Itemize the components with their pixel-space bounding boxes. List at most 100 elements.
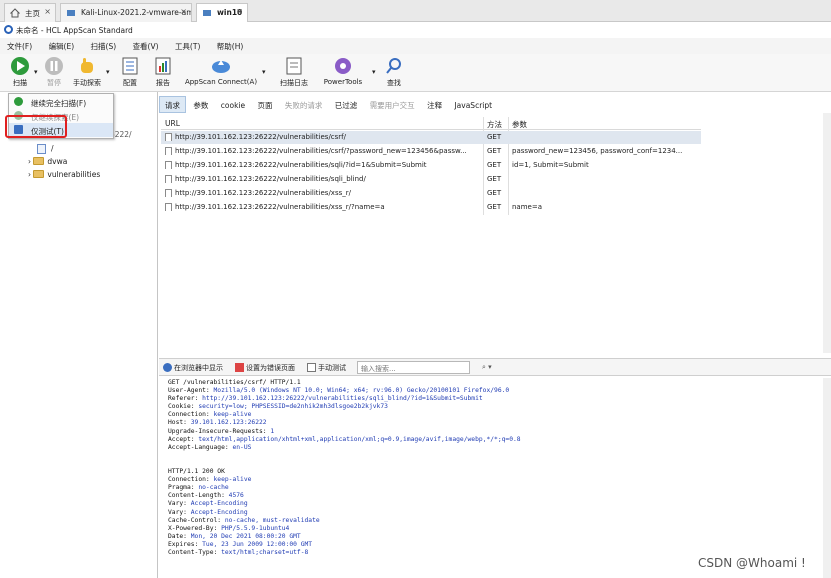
column-header-url[interactable]: URL: [165, 119, 180, 128]
globe-icon: [163, 363, 172, 372]
tab-failed-requests[interactable]: 失败的请求: [280, 97, 328, 114]
row-params: password_new=123456, password_conf=1234.…: [512, 147, 683, 155]
tab-cookie[interactable]: cookie: [216, 98, 250, 115]
test-icon: [307, 363, 316, 372]
menu-tools[interactable]: 工具(T): [168, 38, 207, 52]
config-label: 配置: [123, 79, 137, 87]
request-response-viewer[interactable]: GET /vulnerabilities/csrf/ HTTP/1.1 User-…: [168, 379, 808, 578]
row-url: http://39.101.162.123:26222/vulnerabilit…: [175, 189, 351, 197]
http-line-value: Accept-Encoding: [190, 500, 248, 508]
http-line: Accept-Language: en-US: [168, 444, 808, 452]
viewer-scrollbar[interactable]: [823, 378, 831, 578]
gear-icon: [333, 56, 353, 76]
tab-label: Kali-Linux-2021.2-vmware-am...: [81, 8, 192, 17]
tab-pages[interactable]: 页面: [253, 97, 278, 114]
column-header-params[interactable]: 参数: [512, 119, 527, 130]
tab-filtered[interactable]: 已过滤: [330, 97, 363, 114]
tab-params[interactable]: 参数: [188, 97, 213, 114]
http-line: HTTP/1.1 200 OK: [168, 468, 808, 476]
http-line-value: 39.101.162.123:26222: [190, 419, 267, 427]
chevron-right-icon[interactable]: ›: [28, 170, 31, 179]
powertools-button[interactable]: PowerTools: [318, 56, 368, 90]
http-line-value: en-US: [232, 443, 252, 451]
tab-home[interactable]: 主页 ×: [4, 3, 56, 22]
http-line-key: Connection:: [168, 411, 214, 419]
powertools-dropdown-arrow-icon[interactable]: ▾: [372, 68, 376, 76]
table-row[interactable]: http://39.101.162.123:26222/vulnerabilit…: [161, 187, 701, 200]
tab-javascript[interactable]: JavaScript: [449, 98, 497, 115]
tree-item-root[interactable]: /: [37, 144, 54, 154]
close-icon[interactable]: ×: [44, 7, 51, 16]
menu-item-continue-full-scan[interactable]: 继续完全扫描(F): [9, 95, 113, 109]
table-row[interactable]: http://39.101.162.123:26222/vulnerabilit…: [161, 201, 701, 214]
page-icon: [165, 133, 172, 141]
http-line-key: Vary:: [168, 500, 191, 508]
vm-icon: [202, 8, 212, 18]
set-error-page-button[interactable]: 设置为错误页面: [235, 363, 295, 373]
http-line-value: text/html;charset=utf-8: [221, 548, 309, 556]
search-input[interactable]: 输入搜索...: [357, 361, 470, 374]
row-method: GET: [487, 189, 502, 197]
close-icon[interactable]: ×: [236, 7, 243, 16]
chevron-right-icon[interactable]: ›: [28, 157, 31, 166]
tree-item-vulnerabilities[interactable]: › vulnerabilities: [28, 170, 100, 179]
table-row[interactable]: http://39.101.162.123:26222/vulnerabilit…: [161, 173, 701, 186]
http-line-value: Mozilla/5.0 (Windows NT 10.0; Win64; x64…: [213, 387, 510, 395]
tab-comments[interactable]: 注释: [422, 97, 447, 114]
http-line: Content-Length: 4576: [168, 492, 808, 500]
connect-dropdown-arrow-icon[interactable]: ▾: [262, 68, 266, 76]
application-tree-pane: [0, 92, 158, 578]
pause-button[interactable]: 暂停: [40, 56, 68, 90]
find-button[interactable]: 查找: [382, 56, 406, 90]
page-icon: [165, 189, 172, 197]
menu-help[interactable]: 帮助(H): [210, 38, 251, 52]
menu-edit[interactable]: 编辑(E): [42, 38, 82, 52]
tab-kali[interactable]: Kali-Linux-2021.2-vmware-am... ×: [60, 3, 192, 22]
appscan-connect-button[interactable]: AppScan Connect(A): [182, 56, 260, 90]
search-options-icon[interactable]: ⌕ ▾: [482, 363, 492, 372]
http-line-value: keep-alive: [213, 411, 252, 419]
row-params: name=a: [512, 203, 543, 211]
http-line-value: PHP/5.5.9-1ubuntu4: [221, 524, 290, 532]
http-line: X-Powered-By: PHP/5.5.9-1ubuntu4: [168, 525, 808, 533]
column-header-method[interactable]: 方法: [487, 119, 502, 130]
row-method: GET: [487, 147, 502, 155]
tab-win10[interactable]: win10 ×: [196, 3, 248, 22]
search-placeholder: 输入搜索...: [361, 365, 396, 373]
row-params: id=1, Submit=Submit: [512, 161, 589, 169]
find-label: 查找: [387, 79, 401, 87]
tab-requests[interactable]: 请求: [159, 96, 186, 113]
manual-explore-button[interactable]: 手动探索: [70, 56, 104, 90]
http-line: Referer: http://39.101.162.123:26222/vul…: [168, 395, 808, 403]
explore-dropdown-arrow-icon[interactable]: ▾: [106, 68, 110, 76]
hand-icon: [77, 56, 97, 76]
http-line: Vary: Accept-Encoding: [168, 509, 808, 517]
show-in-browser-button[interactable]: 在浏览器中显示: [163, 363, 223, 373]
http-line: Host: 39.101.162.123:26222: [168, 419, 808, 427]
close-icon[interactable]: ×: [180, 7, 187, 16]
config-button[interactable]: 配置: [116, 56, 144, 90]
table-row[interactable]: http://39.101.162.123:26222/vulnerabilit…: [161, 145, 701, 158]
report-button[interactable]: 报告: [150, 56, 176, 90]
menu-view[interactable]: 查看(V): [126, 38, 166, 52]
tab-user-interaction[interactable]: 需要用户交互: [365, 97, 420, 114]
table-row[interactable]: http://39.101.162.123:26222/vulnerabilit…: [161, 159, 701, 172]
menu-scan[interactable]: 扫描(S): [84, 38, 124, 52]
scan-log-button[interactable]: 扫描日志: [276, 56, 312, 90]
row-url: http://39.101.162.123:26222/vulnerabilit…: [175, 203, 385, 211]
grid-scrollbar[interactable]: [823, 113, 831, 353]
table-row[interactable]: http://39.101.162.123:26222/vulnerabilit…: [161, 131, 701, 144]
report-icon: [153, 56, 173, 76]
report-label: 报告: [156, 79, 170, 87]
home-icon: [9, 8, 21, 18]
http-line: Cache-Control: no-cache, must-revalidate: [168, 517, 808, 525]
row-method: GET: [487, 161, 502, 169]
manual-test-button[interactable]: 手动测试: [307, 363, 346, 373]
scan-button[interactable]: 扫描: [6, 56, 34, 90]
menu-file[interactable]: 文件(F): [0, 38, 39, 52]
row-url: http://39.101.162.123:26222/vulnerabilit…: [175, 175, 366, 183]
http-line-key: Expires:: [168, 540, 203, 548]
http-line: Upgrade-Insecure-Requests: 1: [168, 428, 808, 436]
scan-dropdown-arrow-icon[interactable]: ▾: [34, 68, 38, 76]
tree-item-dvwa[interactable]: › dvwa: [28, 157, 67, 166]
